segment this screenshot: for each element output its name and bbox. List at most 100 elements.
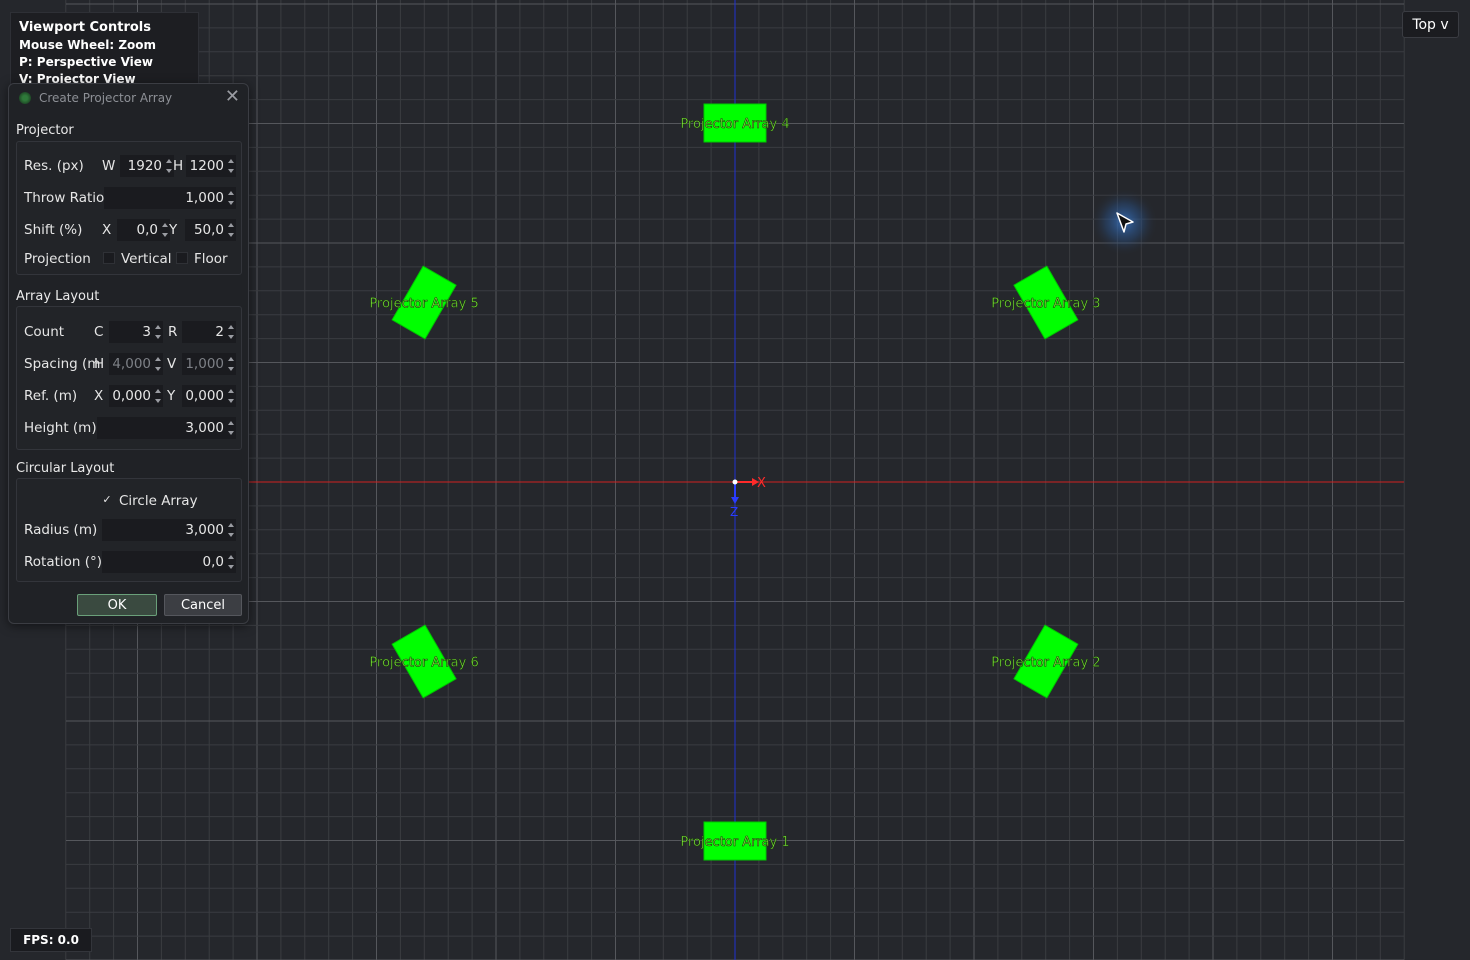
projector-section-label: Projector [16, 123, 74, 138]
x-axis-label: X [757, 476, 766, 491]
projector-label: Projector Array 3 [991, 297, 1100, 312]
ref-x-value: 0,000 [112, 388, 151, 404]
res-label: Res. (px) [24, 158, 84, 174]
spacing-h-value: 4,000 [112, 356, 151, 372]
ref-x-input[interactable]: 0,000 [109, 385, 163, 407]
count-columns-input[interactable]: 3 [109, 321, 163, 343]
count-r-label: R [168, 324, 178, 340]
throw-ratio-input[interactable]: 1,000 [104, 187, 236, 209]
count-columns-value: 3 [142, 324, 151, 340]
shift-x-label: X [102, 222, 112, 238]
spacing-v-input: 1,000 [182, 353, 236, 375]
projector-array[interactable]: Projector Array 4 [680, 103, 790, 143]
ref-y-value: 0,000 [185, 388, 224, 404]
ref-label: Ref. (m) [24, 388, 78, 404]
spinner-arrows-icon[interactable] [228, 553, 235, 571]
spinner-arrows-icon[interactable] [162, 221, 169, 239]
floor-checkbox[interactable] [176, 252, 188, 264]
z-axis-label: Z [730, 505, 738, 519]
ok-button[interactable]: OK [77, 594, 157, 616]
circle-array-label: Circle Array [119, 493, 198, 509]
spinner-arrows-icon[interactable] [228, 419, 235, 437]
count-c-label: C [94, 324, 104, 340]
projector-array[interactable]: Projector Array 6 [369, 624, 479, 699]
height-m-label: Height (m) [24, 420, 97, 436]
fps-counter: FPS: 0.0 [10, 928, 92, 952]
width-label: W [102, 158, 116, 174]
shift-y-value: 50,0 [193, 222, 224, 238]
viewport-controls-title: Viewport Controls [19, 20, 151, 35]
close-icon[interactable]: ✕ [225, 87, 240, 107]
width-input[interactable]: 1920 [120, 155, 174, 177]
shift-x-value: 0,0 [136, 222, 158, 238]
spacing-h-input: 4,000 [109, 353, 163, 375]
height-m-input[interactable]: 3,000 [97, 417, 236, 439]
spinner-arrows-icon[interactable] [228, 521, 235, 539]
spinner-arrows-icon [228, 355, 235, 373]
rotation-label: Rotation (°) [24, 554, 103, 570]
spinner-arrows-icon [155, 355, 162, 373]
view-mode-dropdown[interactable]: Top v [1402, 11, 1459, 38]
spinner-arrows-icon[interactable] [155, 323, 162, 341]
shift-y-input[interactable]: 50,0 [185, 219, 236, 241]
spinner-arrows-icon[interactable] [228, 189, 235, 207]
spacing-h-label: H [94, 356, 105, 372]
count-rows-input[interactable]: 2 [182, 321, 236, 343]
height-label: H [173, 158, 184, 174]
projector-array[interactable]: Projector Array 1 [680, 821, 790, 861]
throw-ratio-value: 1,000 [185, 190, 224, 206]
height-px-input[interactable]: 1200 [186, 155, 236, 177]
shift-x-input[interactable]: 0,0 [117, 219, 170, 241]
origin-gizmo: X Z [730, 476, 766, 519]
shift-label: Shift (%) [24, 222, 83, 238]
cursor-highlight [1090, 188, 1158, 256]
radius-label: Radius (m) [24, 522, 98, 538]
spinner-arrows-icon[interactable] [228, 157, 235, 175]
circle-array-checkbox[interactable]: ✓ [101, 494, 113, 507]
projector-array[interactable]: Projector Array 5 [369, 265, 479, 340]
spinner-arrows-icon[interactable] [228, 387, 235, 405]
rotation-value: 0,0 [202, 554, 224, 570]
spacing-label: Spacing (m [24, 356, 101, 372]
circular-layout-section-label: Circular Layout [16, 461, 115, 476]
projector-label: Projector Array 4 [680, 117, 789, 132]
vertical-checkbox[interactable] [103, 252, 115, 264]
create-projector-array-dialog: Create Projector Array ✕ Projector Res. … [8, 83, 249, 624]
width-value: 1920 [127, 158, 162, 174]
throw-ratio-label: Throw Ratio [24, 190, 105, 206]
projector-label: Projector Array 2 [991, 656, 1100, 671]
floor-label: Floor [194, 251, 228, 267]
app-icon [19, 92, 31, 104]
help-line: Mouse Wheel: Zoom [19, 38, 157, 52]
ref-y-input[interactable]: 0,000 [182, 385, 236, 407]
count-rows-value: 2 [215, 324, 224, 340]
help-line: P: Perspective View [19, 55, 154, 69]
projector-array[interactable]: Projector Array 3 [991, 265, 1101, 340]
spacing-v-value: 1,000 [185, 356, 224, 372]
spinner-arrows-icon[interactable] [228, 323, 235, 341]
projector-label: Projector Array 6 [369, 656, 478, 671]
radius-value: 3,000 [185, 522, 224, 538]
dialog-titlebar[interactable]: Create Projector Array ✕ [9, 84, 248, 112]
vertical-label: Vertical [121, 251, 172, 267]
spacing-v-label: V [167, 356, 177, 372]
spinner-arrows-icon[interactable] [166, 157, 173, 175]
cancel-button[interactable]: Cancel [164, 594, 242, 616]
radius-input[interactable]: 3,000 [102, 519, 236, 541]
ref-y-label: Y [167, 388, 176, 404]
height-px-value: 1200 [189, 158, 224, 174]
array-layout-section-label: Array Layout [16, 289, 100, 304]
projector-array[interactable]: Projector Array 2 [991, 624, 1101, 699]
spinner-arrows-icon[interactable] [228, 221, 235, 239]
height-m-value: 3,000 [185, 420, 224, 436]
viewport-controls-help: Viewport Controls Mouse Wheel: Zoom P: P… [10, 12, 199, 88]
projector-label: Projector Array 1 [680, 835, 789, 850]
projection-label: Projection [24, 251, 91, 267]
spinner-arrows-icon[interactable] [155, 387, 162, 405]
ref-x-label: X [94, 388, 104, 404]
shift-y-label: Y [169, 222, 178, 238]
projector-label: Projector Array 5 [369, 297, 478, 312]
dialog-title: Create Projector Array [39, 91, 173, 105]
rotation-input[interactable]: 0,0 [102, 551, 236, 573]
count-label: Count [24, 324, 65, 340]
